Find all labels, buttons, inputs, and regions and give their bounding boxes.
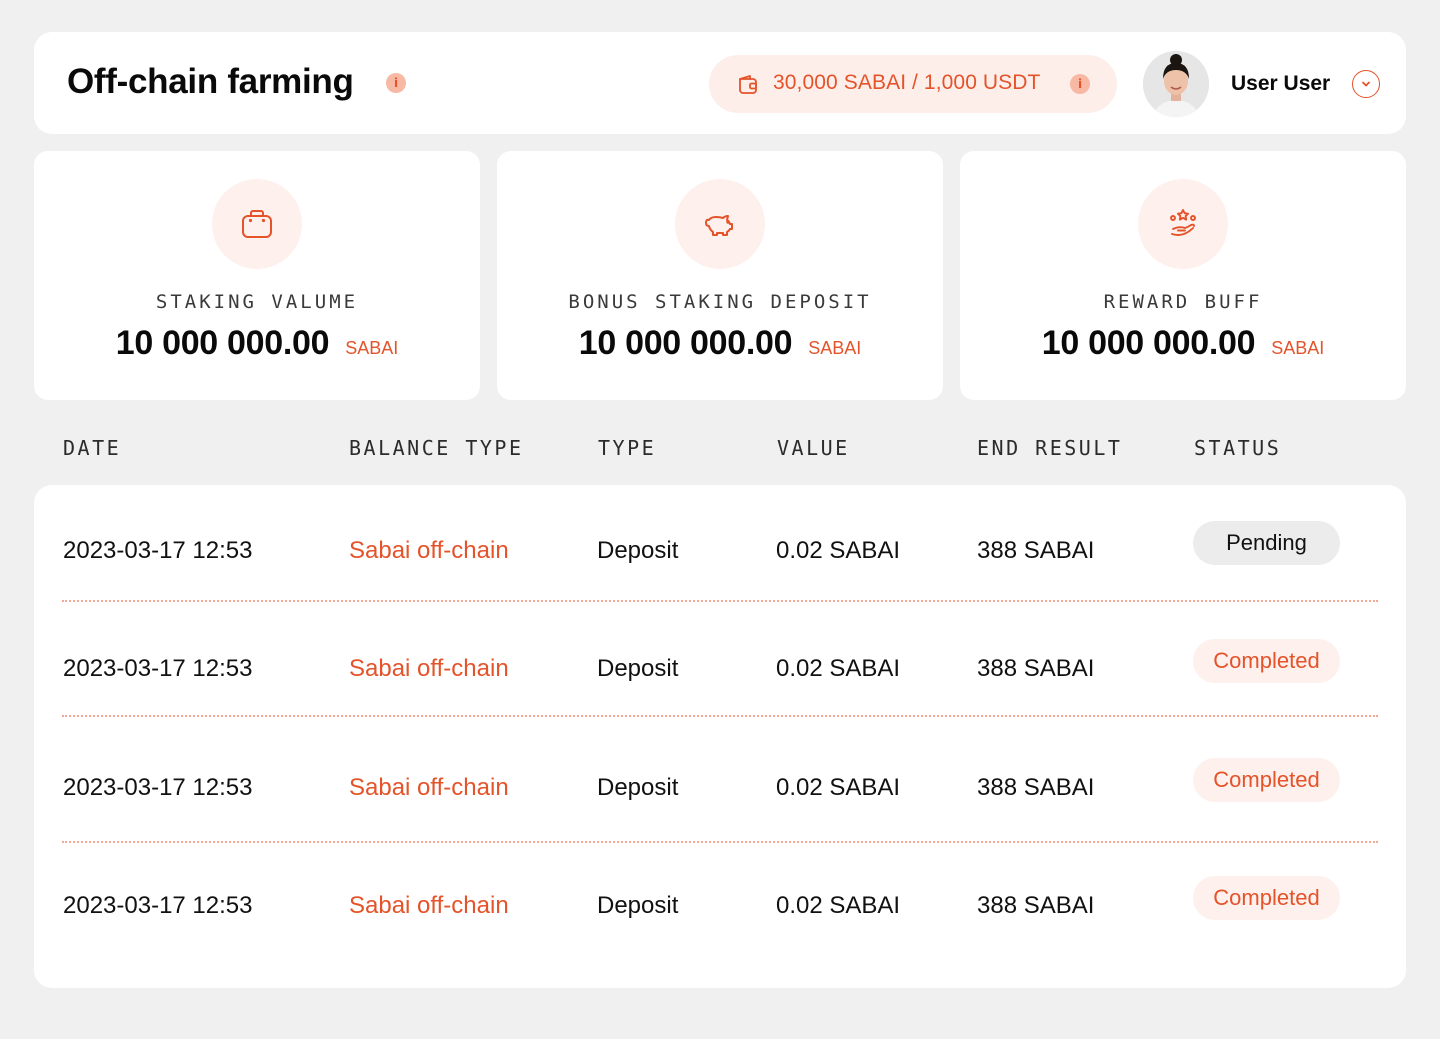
status-badge: Completed	[1193, 639, 1340, 683]
user-avatar[interactable]	[1143, 51, 1209, 117]
status-badge: Pending	[1193, 521, 1340, 565]
status-badge: Completed	[1193, 758, 1340, 802]
cell-value: 0.02 SABAI	[776, 774, 901, 801]
stat-card-staking-value: STAKING VALUME 10 000 000.00 SABAI	[34, 151, 480, 400]
briefcase-icon	[242, 210, 272, 238]
reward-stars-hand-icon	[1170, 209, 1196, 236]
table-row[interactable]: 2023-03-17 12:53 Sabai off-chain Deposit…	[34, 639, 1406, 699]
stat-card-bonus-staking-deposit: BONUS STAKING DEPOSIT 10 000 000.00 SABA…	[497, 151, 943, 400]
cell-end-result: 388 SABAI	[977, 537, 1095, 564]
stat-value: 10 000 000.00	[1041, 324, 1256, 362]
cell-type: Deposit	[597, 892, 679, 919]
status-badge: Completed	[1193, 876, 1340, 920]
cell-type: Deposit	[597, 537, 679, 564]
cell-type: Deposit	[597, 774, 679, 801]
column-header-value[interactable]: VALUE	[777, 436, 850, 460]
piggy-bank-icon	[705, 215, 733, 236]
cell-value: 0.02 SABAI	[776, 655, 901, 682]
stat-card-reward-buff: REWARD BUFF 10 000 000.00 SABAI	[960, 151, 1406, 400]
wallet-balance: 30,000 SABAI / 1,000 USDT	[773, 71, 1041, 94]
user-menu-toggle[interactable]	[1352, 70, 1380, 98]
cell-balance-type[interactable]: Sabai off-chain	[349, 892, 509, 920]
table-row[interactable]: 2023-03-17 12:53 Sabai off-chain Deposit…	[34, 758, 1406, 818]
cell-end-result: 388 SABAI	[977, 774, 1095, 801]
cell-end-result: 388 SABAI	[977, 892, 1095, 919]
column-header-type[interactable]: TYPE	[598, 436, 656, 460]
info-icon[interactable]: i	[386, 73, 406, 93]
cell-value: 0.02 SABAI	[776, 892, 901, 919]
chevron-down-icon	[1362, 81, 1370, 87]
cell-date: 2023-03-17 12:53	[63, 774, 253, 801]
stat-label: STAKING VALUME	[155, 291, 359, 313]
column-header-end-result[interactable]: END RESULT	[977, 436, 1122, 460]
wallet-balance-pill[interactable]: 30,000 SABAI / 1,000 USDT i	[709, 55, 1117, 113]
stat-value: 10 000 000.00	[115, 324, 330, 362]
row-divider	[62, 715, 1378, 717]
cell-date: 2023-03-17 12:53	[63, 537, 253, 564]
stat-label: BONUS STAKING DEPOSIT	[568, 291, 872, 313]
wallet-icon	[739, 75, 757, 94]
stat-icon-wrap	[212, 179, 302, 269]
stat-value: 10 000 000.00	[578, 324, 793, 362]
cell-end-result: 388 SABAI	[977, 655, 1095, 682]
page-title: Off-chain farming	[67, 62, 354, 101]
row-divider	[62, 841, 1378, 843]
user-name[interactable]: User User	[1231, 72, 1330, 96]
column-header-status[interactable]: STATUS	[1194, 436, 1281, 460]
stat-unit: SABAI	[345, 338, 399, 358]
cell-date: 2023-03-17 12:53	[63, 892, 253, 919]
cell-date: 2023-03-17 12:53	[63, 655, 253, 682]
row-divider	[62, 600, 1378, 602]
transactions-table: 2023-03-17 12:53 Sabai off-chain Deposit…	[34, 485, 1406, 988]
column-header-balance-type[interactable]: BALANCE TYPE	[349, 436, 524, 460]
table-header: DATE BALANCE TYPE TYPE VALUE END RESULT …	[0, 436, 1440, 466]
stat-icon-wrap	[1138, 179, 1228, 269]
cell-balance-type[interactable]: Sabai off-chain	[349, 537, 509, 565]
column-header-date[interactable]: DATE	[63, 436, 121, 460]
table-row[interactable]: 2023-03-17 12:53 Sabai off-chain Deposit…	[34, 876, 1406, 936]
stat-value-row: 10 000 000.00 SABAI	[960, 324, 1406, 363]
page-header: Off-chain farming i 30,000 SABAI / 1,000…	[34, 32, 1406, 134]
table-row[interactable]: 2023-03-17 12:53 Sabai off-chain Deposit…	[34, 521, 1406, 581]
avatar-photo	[1143, 51, 1209, 117]
cell-value: 0.02 SABAI	[776, 537, 901, 564]
cell-type: Deposit	[597, 655, 679, 682]
stat-unit: SABAI	[1271, 338, 1325, 358]
stat-value-row: 10 000 000.00 SABAI	[497, 324, 943, 363]
cell-balance-type[interactable]: Sabai off-chain	[349, 655, 509, 683]
cell-balance-type[interactable]: Sabai off-chain	[349, 774, 509, 802]
stat-value-row: 10 000 000.00 SABAI	[34, 324, 480, 363]
stat-unit: SABAI	[808, 338, 862, 358]
stat-label: REWARD BUFF	[1103, 291, 1263, 313]
info-icon[interactable]: i	[1070, 74, 1090, 94]
stat-icon-wrap	[675, 179, 765, 269]
